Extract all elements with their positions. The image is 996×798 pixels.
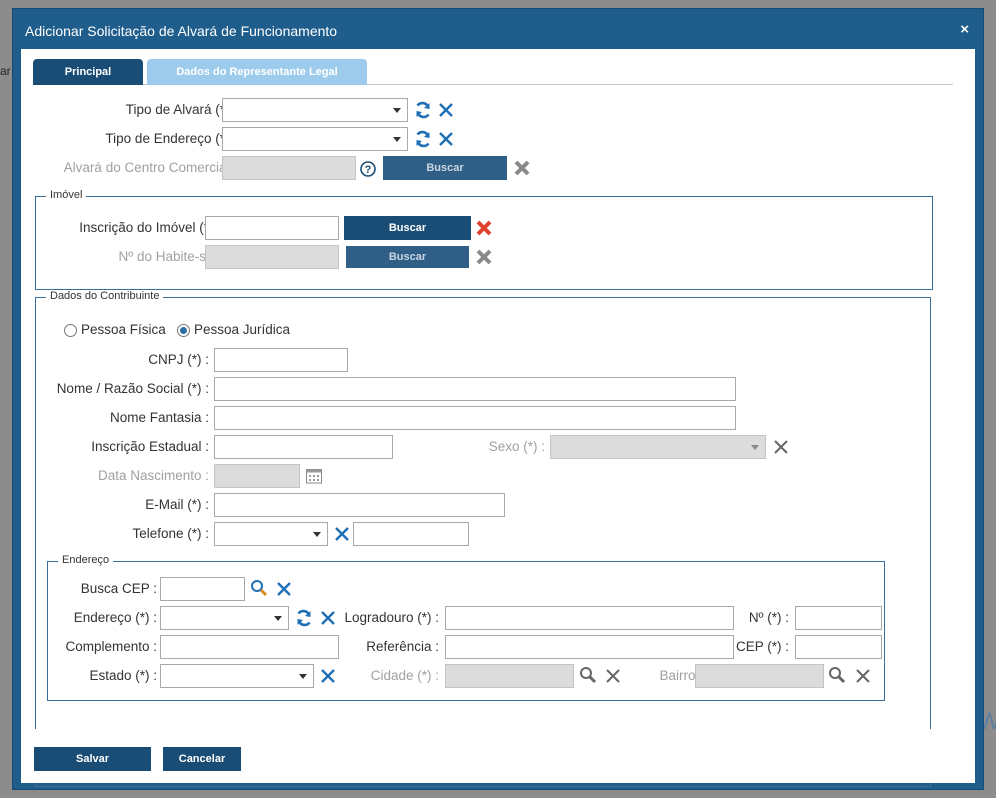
referencia-label: Referência : xyxy=(366,639,439,654)
modal-title: Adicionar Solicitação de Alvará de Funci… xyxy=(25,23,338,39)
cep-input[interactable] xyxy=(795,635,882,659)
complemento-label: Complemento : xyxy=(65,639,157,654)
nome-input[interactable] xyxy=(214,377,736,401)
tab-representante-legal[interactable]: Dados do Representante Legal xyxy=(147,59,367,85)
telefone-label: Telefone (*) : xyxy=(132,526,209,541)
buscar-centro-button[interactable]: Buscar xyxy=(383,156,507,180)
remove-icon[interactable] xyxy=(475,248,493,266)
tab-principal[interactable]: Principal xyxy=(33,59,143,85)
cidade-label: Cidade (*) : xyxy=(370,668,439,683)
email-label: E-Mail (*) : xyxy=(145,497,209,512)
buscar-habite-button[interactable]: Buscar xyxy=(346,246,469,268)
cancelar-button[interactable]: Cancelar xyxy=(163,747,241,771)
help-icon[interactable]: ? xyxy=(359,160,377,178)
busca-cep-input[interactable] xyxy=(160,577,245,601)
alvara-centro-input[interactable] xyxy=(222,156,356,180)
estado-label: Estado (*) : xyxy=(89,668,157,683)
refresh-icon[interactable] xyxy=(414,130,432,148)
imovel-fieldset: Imóvel xyxy=(35,189,933,290)
tipo-alvara-label: Tipo de Alvará (*) : xyxy=(125,102,237,117)
svg-text:?: ? xyxy=(365,164,372,176)
background-text: ar xyxy=(0,64,11,78)
inscricao-estadual-label: Inscrição Estadual : xyxy=(91,439,209,454)
clear-icon[interactable] xyxy=(437,101,455,119)
clear-icon[interactable] xyxy=(319,609,337,627)
search-icon[interactable] xyxy=(828,666,846,684)
cnpj-label: CNPJ (*) : xyxy=(148,352,209,367)
modal-dialog: Adicionar Solicitação de Alvará de Funci… xyxy=(12,8,984,790)
clear-icon[interactable] xyxy=(772,438,790,456)
close-icon[interactable]: × xyxy=(960,21,969,38)
sexo-select[interactable] xyxy=(550,435,766,459)
tipo-endereco-label: Tipo de Endereço (*) : xyxy=(105,131,237,146)
alvara-centro-label: Alvará do Centro Comercial : xyxy=(63,160,237,175)
estado-select[interactable] xyxy=(160,664,314,688)
imovel-legend: Imóvel xyxy=(46,189,87,201)
cnpj-input[interactable] xyxy=(214,348,348,372)
search-icon[interactable] xyxy=(250,579,268,597)
nome-label: Nome / Razão Social (*) : xyxy=(56,381,209,396)
inscricao-estadual-input[interactable] xyxy=(214,435,393,459)
endereco-legend: Endereço xyxy=(58,554,114,566)
telefone-type-select[interactable] xyxy=(214,522,328,546)
clear-icon[interactable] xyxy=(333,525,351,543)
buscar-imovel-button[interactable]: Buscar xyxy=(344,216,471,240)
inscricao-imovel-label: Inscrição do Imóvel (*) : xyxy=(79,220,221,235)
salvar-button[interactable]: Salvar xyxy=(34,747,151,771)
sexo-label: Sexo (*) : xyxy=(488,439,545,454)
pessoa-fisica-radio[interactable] xyxy=(64,324,77,337)
refresh-icon[interactable] xyxy=(414,101,432,119)
nascimento-label: Data Nascimento : xyxy=(97,468,209,483)
contribuinte-fieldset: Dados do Contribuinte xyxy=(35,290,931,787)
numero-label: Nº (*) : xyxy=(748,610,789,625)
tipo-endereco-select[interactable] xyxy=(222,127,408,151)
search-icon[interactable] xyxy=(579,666,597,684)
modal-body: Principal Dados do Representante Legal T… xyxy=(21,49,975,787)
email-input[interactable] xyxy=(214,493,505,517)
pessoa-fisica-label: Pessoa Física xyxy=(81,322,166,337)
cep-label: CEP (*) : xyxy=(735,639,789,654)
bairro-input[interactable] xyxy=(695,664,824,688)
contribuinte-legend: Dados do Contribuinte xyxy=(46,290,164,302)
busca-cep-label: Busca CEP : xyxy=(80,581,157,596)
logradouro-input[interactable] xyxy=(445,606,734,630)
complemento-input[interactable] xyxy=(160,635,339,659)
tipo-alvara-select[interactable] xyxy=(222,98,408,122)
logradouro-label: Logradouro (*) : xyxy=(344,610,439,625)
telefone-input[interactable] xyxy=(353,522,469,546)
clear-icon[interactable] xyxy=(275,580,293,598)
pessoa-juridica-radio[interactable] xyxy=(177,324,190,337)
clear-icon[interactable] xyxy=(854,667,872,685)
calendar-icon[interactable] xyxy=(305,467,323,485)
nascimento-input[interactable] xyxy=(214,464,300,488)
endereco-select[interactable] xyxy=(160,606,289,630)
remove-icon[interactable] xyxy=(475,219,493,237)
clear-icon[interactable] xyxy=(604,667,622,685)
habite-se-input[interactable] xyxy=(205,245,339,269)
tab-bar: Principal Dados do Representante Legal xyxy=(33,59,953,85)
referencia-input[interactable] xyxy=(445,635,734,659)
fantasia-input[interactable] xyxy=(214,406,736,430)
remove-icon[interactable] xyxy=(513,159,531,177)
inscricao-imovel-input[interactable] xyxy=(205,216,339,240)
cidade-input[interactable] xyxy=(445,664,574,688)
fantasia-label: Nome Fantasia : xyxy=(109,410,209,425)
pessoa-juridica-label: Pessoa Jurídica xyxy=(194,322,291,337)
refresh-icon[interactable] xyxy=(295,609,313,627)
numero-input[interactable] xyxy=(795,606,882,630)
clear-icon[interactable] xyxy=(319,667,337,685)
endereco-label: Endereço (*) : xyxy=(73,610,157,625)
clear-icon[interactable] xyxy=(437,130,455,148)
